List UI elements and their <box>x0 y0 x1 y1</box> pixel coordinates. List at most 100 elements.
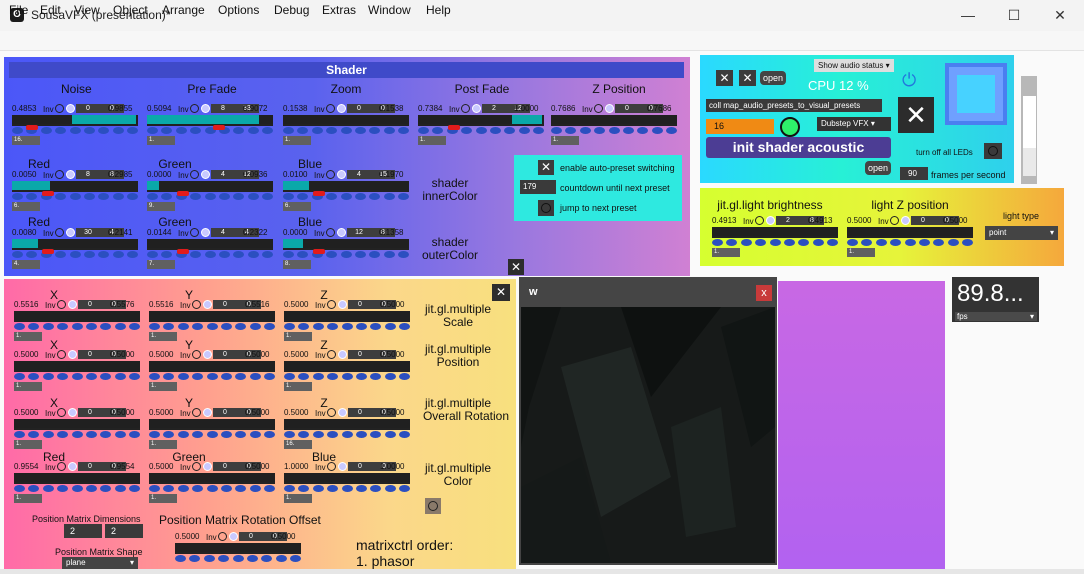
mod-dot[interactable] <box>340 251 352 258</box>
mod-dot[interactable] <box>740 239 752 246</box>
mod-dot[interactable] <box>246 555 258 562</box>
invert-toggle[interactable] <box>192 462 201 471</box>
mod-dot[interactable] <box>14 323 25 330</box>
mod-dot[interactable] <box>298 431 310 438</box>
mod-dot[interactable] <box>100 485 112 492</box>
power-icon[interactable]: ⏻ <box>902 70 916 91</box>
mod-dot[interactable] <box>812 239 824 246</box>
mod-dot[interactable] <box>399 323 410 330</box>
invert-toggle[interactable] <box>190 170 199 179</box>
mod-dot[interactable] <box>275 555 287 562</box>
mod-dot[interactable] <box>312 373 324 380</box>
message-box[interactable]: 1. <box>149 440 177 449</box>
mod-dot[interactable] <box>489 127 501 134</box>
mod-dot[interactable] <box>149 485 160 492</box>
shader-close-button[interactable]: ✕ <box>508 259 524 275</box>
mod-dot[interactable] <box>918 239 930 246</box>
message-box[interactable]: 16. <box>12 136 40 145</box>
invert-toggle[interactable] <box>190 228 199 237</box>
mod-dot[interactable] <box>297 193 309 200</box>
range-slider[interactable] <box>147 181 273 190</box>
mod-dot[interactable] <box>297 127 309 134</box>
menu-file[interactable]: File <box>9 3 28 17</box>
mod-dot[interactable] <box>85 485 97 492</box>
mod-dot[interactable] <box>71 431 83 438</box>
range-slider[interactable] <box>12 239 138 248</box>
range-number-1[interactable]: 0 <box>348 300 372 309</box>
mod-dot[interactable] <box>233 193 245 200</box>
mod-dot[interactable] <box>383 251 395 258</box>
mod-dot[interactable] <box>114 485 126 492</box>
mod-dot[interactable] <box>235 485 247 492</box>
mod-dot[interactable] <box>579 127 591 134</box>
range-toggle[interactable] <box>68 300 77 309</box>
mod-dot[interactable] <box>284 431 295 438</box>
mod-dot[interactable] <box>203 555 215 562</box>
range-number-1[interactable]: 4 <box>347 170 371 179</box>
autopreset-toggle[interactable]: ✕ <box>538 160 554 175</box>
mod-dot[interactable] <box>83 127 95 134</box>
range-toggle[interactable] <box>337 104 346 113</box>
range-toggle[interactable] <box>203 300 212 309</box>
coll-object[interactable]: coll map_audio_presets_to_visual_presets <box>706 99 882 112</box>
range-slider[interactable] <box>149 473 275 482</box>
range-slider[interactable] <box>283 115 409 124</box>
mod-dot[interactable] <box>218 555 230 562</box>
range-toggle[interactable] <box>66 228 75 237</box>
mod-dot[interactable] <box>369 127 381 134</box>
mod-dot[interactable] <box>247 193 259 200</box>
mod-dot[interactable] <box>326 251 338 258</box>
mod-dot[interactable] <box>262 193 273 200</box>
mod-dot[interactable] <box>355 323 367 330</box>
mod-dot[interactable] <box>127 251 138 258</box>
message-box[interactable]: 1. <box>283 136 311 145</box>
mod-dot[interactable] <box>28 323 40 330</box>
close-icon[interactable]: ✕ <box>1048 4 1072 26</box>
mod-dot[interactable] <box>235 373 247 380</box>
mod-dot[interactable] <box>369 193 381 200</box>
leds-toggle[interactable] <box>984 143 1002 159</box>
range-number-1[interactable]: 30 <box>76 228 100 237</box>
mod-dot[interactable] <box>147 193 158 200</box>
range-slider[interactable] <box>551 115 677 124</box>
range-toggle[interactable] <box>229 532 238 541</box>
mod-dot[interactable] <box>354 127 366 134</box>
mod-dot[interactable] <box>504 127 516 134</box>
countdown-number[interactable]: 179 <box>520 180 556 194</box>
menu-help[interactable]: Help <box>426 3 451 17</box>
audio-led-button[interactable] <box>945 63 1007 125</box>
mod-dot[interactable] <box>220 373 232 380</box>
invert-toggle[interactable] <box>57 462 66 471</box>
range-number-1[interactable]: 0 <box>78 350 102 359</box>
mod-dot[interactable] <box>190 193 202 200</box>
mod-dot[interactable] <box>163 431 175 438</box>
message-box[interactable]: 1. <box>284 494 312 503</box>
dims-x-number[interactable]: 2 <box>64 524 102 538</box>
mod-dot[interactable] <box>71 323 83 330</box>
range-number-1[interactable]: 0 <box>213 408 237 417</box>
message-box[interactable]: 7. <box>147 260 175 269</box>
mod-dot[interactable] <box>163 373 175 380</box>
mod-dot[interactable] <box>98 251 110 258</box>
mod-dot[interactable] <box>533 127 544 134</box>
mod-dot[interactable] <box>355 485 367 492</box>
message-box[interactable]: 6. <box>12 202 40 211</box>
message-box[interactable]: 1. <box>147 136 175 145</box>
invert-toggle[interactable] <box>55 228 64 237</box>
mod-dot[interactable] <box>370 323 382 330</box>
mod-dot[interactable] <box>312 323 324 330</box>
color-toggle[interactable] <box>425 498 441 514</box>
mod-dot[interactable] <box>218 251 230 258</box>
mod-dot[interactable] <box>14 373 25 380</box>
mod-dot[interactable] <box>755 239 767 246</box>
mod-dot[interactable] <box>947 239 959 246</box>
range-number-1[interactable]: 0 <box>348 462 372 471</box>
audio-open-button-2[interactable]: open <box>865 161 891 175</box>
init-shader-acoustic-button[interactable]: init shader acoustic <box>706 137 891 158</box>
mod-dot[interactable] <box>69 193 81 200</box>
mod-dot[interactable] <box>114 373 126 380</box>
mod-dot[interactable] <box>341 373 353 380</box>
range-number-1[interactable]: 0 <box>78 462 102 471</box>
mod-dot[interactable] <box>651 127 663 134</box>
mod-dot[interactable] <box>127 127 138 134</box>
